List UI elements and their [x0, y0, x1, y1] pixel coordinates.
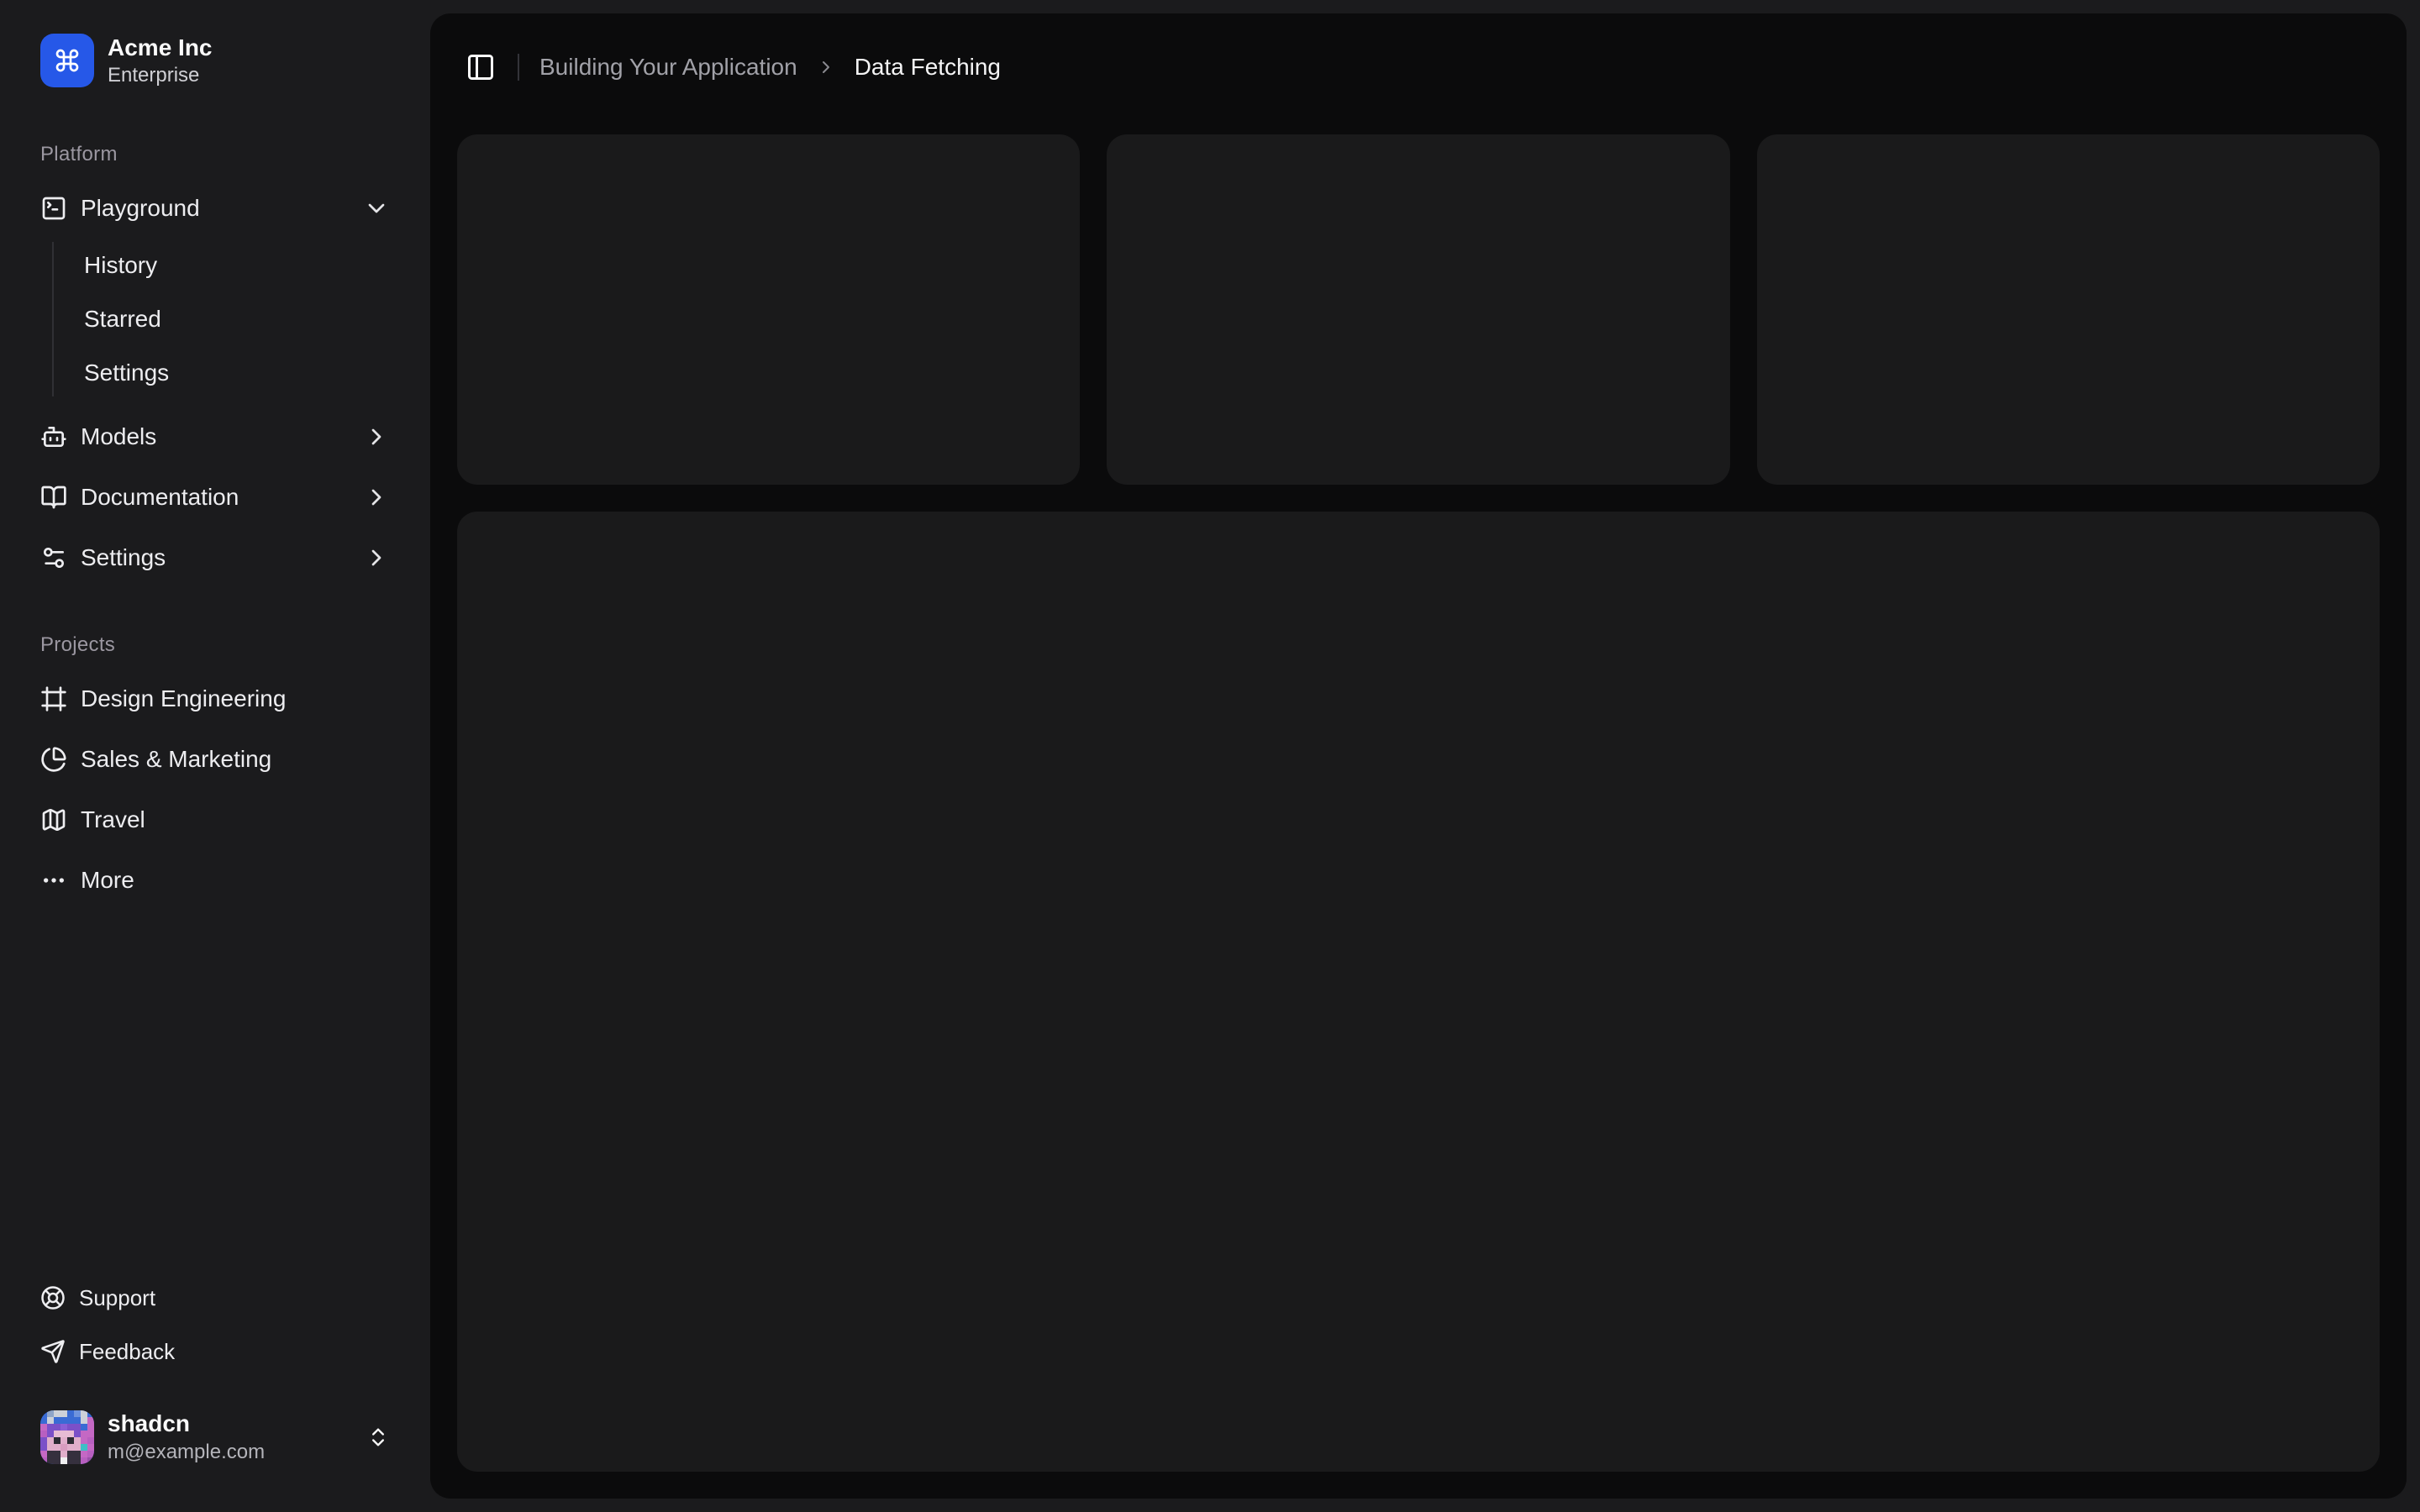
sidebar-subitem-settings[interactable]: Settings [71, 349, 403, 396]
placeholder-content-panel [457, 511, 2380, 1472]
placeholder-card-1 [457, 134, 1081, 485]
team-switcher-button[interactable]: Acme Inc Enterprise [27, 27, 403, 94]
sidebar-item-design-engineering-button[interactable]: Design Engineering [27, 672, 403, 726]
breadcrumb: Building Your Application Data Fetching [539, 54, 1001, 81]
sidebar-item-design-engineering: Design Engineering [27, 672, 403, 726]
sidebar-item-models: Models [27, 410, 403, 464]
sidebar-group-projects: Projects Design Engineering Sales & Mark… [0, 591, 430, 914]
playground-submenu: History Starred Settings [52, 242, 403, 397]
sidebar-item-feedback: Feedback [27, 1328, 403, 1375]
book-open-icon [40, 484, 67, 511]
sidebar: Acme Inc Enterprise Platform Playground [0, 0, 430, 1512]
group-label-platform: Platform [40, 143, 118, 166]
card-grid [457, 134, 2380, 485]
main-content [430, 121, 2407, 1499]
sidebar-item-models-button[interactable]: Models [27, 410, 403, 464]
chevron-right-icon [363, 484, 390, 511]
pie-chart-icon [40, 746, 67, 773]
team-name: Acme Inc [108, 34, 213, 60]
avatar [40, 1410, 94, 1464]
bot-icon [40, 423, 67, 450]
sidebar-subitem-history[interactable]: History [71, 242, 403, 289]
sidebar-item-support: Support [27, 1274, 403, 1321]
sidebar-item-settings: Settings [27, 531, 403, 585]
main-panel: Building Your Application Data Fetching [430, 13, 2407, 1499]
sidebar-item-sales-marketing-button[interactable]: Sales & Marketing [27, 732, 403, 786]
chevron-down-icon [363, 195, 390, 222]
sidebar-item-support-button[interactable]: Support [27, 1274, 403, 1321]
sidebar-item-more: More [27, 853, 403, 907]
chevrons-up-down-icon [366, 1425, 390, 1449]
chevron-right-icon [363, 544, 390, 571]
sidebar-item-playground-button[interactable]: Playground [27, 181, 403, 235]
chevron-right-icon [816, 57, 836, 77]
sidebar-item-travel: Travel [27, 793, 403, 847]
sidebar-item-documentation: Documentation [27, 470, 403, 524]
sidebar-toggle-button[interactable] [457, 44, 504, 91]
sidebar-item-travel-button[interactable]: Travel [27, 793, 403, 847]
user-email: m@example.com [108, 1441, 266, 1463]
frame-icon [40, 685, 67, 712]
send-icon [40, 1339, 66, 1364]
sidebar-item-feedback-button[interactable]: Feedback [27, 1328, 403, 1375]
group-label-projects: Projects [40, 633, 116, 657]
sidebar-footer: shadcn m@example.com [0, 1382, 430, 1485]
header-separator [518, 54, 519, 81]
sidebar-header: Acme Inc Enterprise [0, 20, 430, 101]
placeholder-card-2 [1107, 134, 1730, 485]
user-name: shadcn [108, 1410, 191, 1436]
sidebar-item-more-button[interactable]: More [27, 853, 403, 907]
main-header: Building Your Application Data Fetching [430, 13, 2407, 121]
breadcrumb-current-page: Data Fetching [854, 54, 1002, 80]
panel-left-icon [466, 52, 496, 82]
sidebar-item-playground: Playground History Starred Settings [27, 181, 403, 403]
avatar-image [40, 1410, 94, 1464]
sidebar-item-settings-button[interactable]: Settings [27, 531, 403, 585]
sidebar-item-sales-marketing: Sales & Marketing [27, 732, 403, 786]
sidebar-group-platform: Platform Playground History Starred Sett… [0, 101, 430, 591]
sidebar-group-secondary: Support Feedback [0, 1274, 430, 1382]
placeholder-card-3 [1756, 134, 2380, 485]
command-icon [40, 34, 94, 88]
sidebar-item-documentation-button[interactable]: Documentation [27, 470, 403, 524]
breadcrumb-parent-link[interactable]: Building Your Application [539, 54, 797, 81]
user-menu-button[interactable]: shadcn m@example.com [27, 1395, 403, 1478]
square-terminal-icon [40, 195, 67, 222]
sidebar-subitem-starred[interactable]: Starred [71, 296, 403, 343]
life-buoy-icon [40, 1285, 66, 1310]
team-plan: Enterprise [108, 63, 200, 87]
chevron-right-icon [363, 423, 390, 450]
map-icon [40, 806, 67, 833]
ellipsis-icon [40, 867, 67, 894]
settings-sliders-icon [40, 544, 67, 571]
